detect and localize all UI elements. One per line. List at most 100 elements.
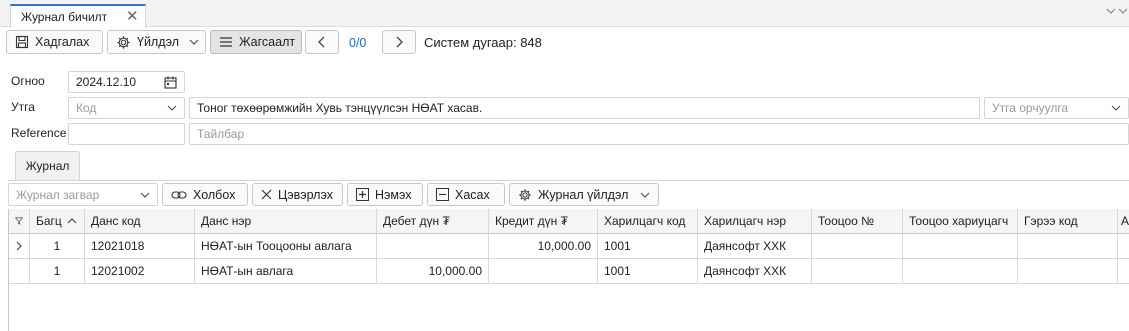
- list-button-label: Жагсаалт: [239, 35, 296, 49]
- clear-button[interactable]: Цэвэрлэх: [252, 183, 343, 206]
- chevron-down-icon: [189, 39, 199, 45]
- link-button-label: Холбох: [193, 187, 236, 202]
- minus-box-icon: [436, 188, 449, 201]
- remove-button[interactable]: Хасах: [427, 183, 505, 206]
- reference-input[interactable]: [68, 123, 185, 145]
- journal-template-placeholder: Журнал загвар: [16, 187, 100, 202]
- cell-settlement-owner[interactable]: [903, 234, 1018, 258]
- column-header-account-code[interactable]: Данс код: [85, 209, 195, 233]
- panel-border: [8, 180, 1129, 181]
- link-button[interactable]: Холбох: [162, 183, 248, 206]
- cell-settlement-no[interactable]: [812, 259, 903, 283]
- purpose-input[interactable]: Тоног төхөөрөмжийн Хувь тэнцүүлсэн НӨАТ …: [189, 97, 980, 119]
- system-number: Систем дугаар: 848: [424, 35, 542, 50]
- chevron-down-icon: [140, 190, 150, 200]
- add-button[interactable]: Нэмэх: [347, 183, 423, 206]
- document-tab-strip: Журнал бичилт ✕: [0, 0, 1129, 28]
- actions-button-label: Үйлдэл: [137, 35, 180, 49]
- description-input[interactable]: Тайлбар: [189, 123, 1129, 145]
- cell-truncated[interactable]: [1118, 259, 1129, 283]
- cell-account-code[interactable]: 12021018: [85, 234, 195, 258]
- row-indicator: [9, 259, 30, 283]
- list-button[interactable]: Жагсаалт: [210, 30, 302, 54]
- gear-icon: [117, 35, 130, 49]
- next-record-button[interactable]: [382, 30, 416, 54]
- column-header-partner-name[interactable]: Харилцагч нэр: [698, 209, 812, 233]
- save-button-label: Хадгалах: [35, 35, 90, 49]
- cell-credit[interactable]: [489, 259, 598, 283]
- save-button[interactable]: Хадгалах: [6, 30, 103, 54]
- previous-record-button[interactable]: [305, 30, 339, 54]
- cell-debit[interactable]: 10,000.00: [377, 259, 489, 283]
- cell-partner-code[interactable]: 1001: [598, 234, 698, 258]
- remove-button-label: Хасах: [455, 187, 490, 202]
- gear-icon: [519, 188, 531, 201]
- column-header-truncated[interactable]: А: [1118, 209, 1129, 233]
- column-header-contract-code[interactable]: Гэрээ код: [1018, 209, 1118, 233]
- cell-settlement-owner[interactable]: [903, 259, 1018, 283]
- actions-dropdown-button[interactable]: Үйлдэл: [107, 30, 206, 54]
- record-counter: 0/0: [349, 36, 367, 50]
- date-label: Огноо: [11, 74, 45, 88]
- column-header-account-name[interactable]: Данс нэр: [195, 209, 377, 233]
- cell-partner-name[interactable]: Даянсофт ХХК: [698, 234, 812, 258]
- chevron-down-icon: [167, 103, 177, 113]
- journal-actions-dropdown[interactable]: Журнал үйлдэл: [509, 183, 659, 206]
- tab-title: Журнал бичилт: [21, 10, 108, 24]
- date-field[interactable]: 2024.12.10: [68, 71, 185, 93]
- column-header-partner-code[interactable]: Харилцагч код: [598, 209, 698, 233]
- translation-placeholder: Утга орчуулга: [992, 101, 1069, 115]
- chevron-down-icon[interactable]: [1106, 5, 1116, 19]
- cell-debit[interactable]: [377, 234, 489, 258]
- translation-select[interactable]: Утга орчуулга: [984, 97, 1129, 119]
- sort-ascending-icon: [67, 218, 77, 224]
- chevron-down-icon: [641, 192, 650, 198]
- list-icon: [220, 37, 232, 47]
- cell-credit[interactable]: 10,000.00: [489, 234, 598, 258]
- row-expand-icon[interactable]: [9, 234, 30, 258]
- plus-box-icon: [356, 188, 369, 201]
- column-header-debit[interactable]: Дебет дүн ₮: [377, 209, 489, 233]
- cell-contract-code[interactable]: [1018, 259, 1118, 283]
- add-button-label: Нэмэх: [375, 187, 412, 202]
- chevron-down-icon[interactable]: [1118, 5, 1128, 19]
- cell-batch[interactable]: 1: [30, 234, 85, 258]
- purpose-label: Утга: [11, 100, 35, 114]
- table-row[interactable]: 1 12021002 НӨАТ-ын авлага 10,000.00 1001…: [9, 259, 1129, 284]
- cell-batch[interactable]: 1: [30, 259, 85, 283]
- cell-settlement-no[interactable]: [812, 234, 903, 258]
- cell-account-name[interactable]: НӨАТ-ын Тооцооны авлага: [195, 234, 377, 258]
- journal-template-select[interactable]: Журнал загвар: [8, 183, 158, 206]
- journal-actions-label: Журнал үйлдэл: [538, 187, 629, 202]
- filter-icon[interactable]: [9, 209, 30, 233]
- link-icon: [171, 190, 187, 199]
- cell-account-code[interactable]: 12021002: [85, 259, 195, 283]
- code-placeholder: Код: [76, 101, 97, 115]
- calendar-icon[interactable]: [164, 76, 177, 89]
- cell-contract-code[interactable]: [1018, 234, 1118, 258]
- cell-truncated[interactable]: [1118, 234, 1129, 258]
- chevron-down-icon: [1111, 103, 1121, 113]
- column-header-settlement-owner[interactable]: Тооцоо хариуцагч: [903, 209, 1018, 233]
- table-row[interactable]: 1 12021018 НӨАТ-ын Тооцооны авлага 10,00…: [9, 234, 1129, 259]
- reference-label: Reference: [11, 126, 67, 140]
- chevron-left-icon: [318, 36, 325, 48]
- close-icon[interactable]: ✕: [126, 7, 139, 25]
- column-header-credit[interactable]: Кредит дүн ₮: [489, 209, 598, 233]
- cell-account-name[interactable]: НӨАТ-ын авлага: [195, 259, 377, 283]
- description-placeholder: Тайлбар: [197, 127, 245, 141]
- close-icon: [261, 189, 272, 200]
- tab-journal-entry[interactable]: Журнал бичилт ✕: [10, 4, 146, 28]
- chevron-right-icon: [396, 36, 403, 48]
- tab-journal[interactable]: Журнал: [15, 151, 80, 180]
- date-value: 2024.12.10: [76, 75, 137, 89]
- code-select[interactable]: Код: [68, 97, 185, 119]
- cell-partner-name[interactable]: Даянсофт ХХК: [698, 259, 812, 283]
- column-header-batch[interactable]: Багц: [30, 209, 85, 233]
- cell-partner-code[interactable]: 1001: [598, 259, 698, 283]
- column-header-settlement-no[interactable]: Тооцоо №: [812, 209, 903, 233]
- clear-button-label: Цэвэрлэх: [278, 187, 333, 202]
- tab-journal-label: Журнал: [25, 159, 70, 173]
- journal-grid: Багц Данс код Данс нэр Дебет дүн ₮ Креди…: [8, 209, 1129, 331]
- purpose-value: Тоног төхөөрөмжийн Хувь тэнцүүлсэн НӨАТ …: [197, 101, 483, 115]
